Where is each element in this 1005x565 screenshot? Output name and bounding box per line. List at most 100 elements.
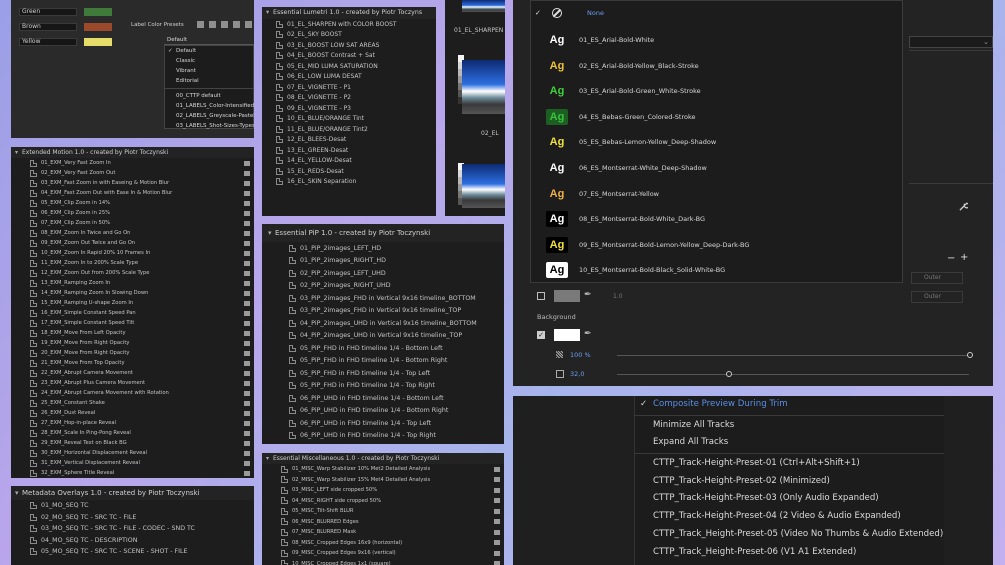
list-item[interactable]: 29_EXM_Reveal Text on Black BG <box>11 438 254 448</box>
lock-icon[interactable] <box>244 280 250 286</box>
list-item[interactable]: 02_MISC_Warp Stabilizer 15% Met4 Detaile… <box>262 475 504 486</box>
list-item[interactable]: 26_EXM_Dust Reveal <box>11 408 254 418</box>
list-item[interactable]: 03_MO_SEQ TC - SRC TC - FILE - CODEC - S… <box>11 523 254 535</box>
list-item[interactable]: 10_MISC_Cropped Edges 1x1 (square) <box>262 559 504 565</box>
list-item[interactable]: 31_EXM_Vertical Displacement Reveal <box>11 458 254 468</box>
lock-icon[interactable] <box>244 430 250 436</box>
thumbnail-3[interactable] <box>462 164 505 208</box>
lock-icon[interactable] <box>494 487 500 493</box>
lock-icon[interactable] <box>244 190 250 196</box>
list-item[interactable]: 01_PiP_2images_LEFT_HD <box>262 242 504 255</box>
panel-title[interactable]: ▾ Extended Motion 1.0 - created by Piotr … <box>11 147 254 158</box>
label-name-field[interactable]: Green <box>19 8 77 16</box>
menu-item[interactable]: Minimize All Tracks <box>635 417 944 435</box>
size-value[interactable]: 32,0 <box>570 370 584 378</box>
undo-icon[interactable] <box>197 21 204 28</box>
list-item[interactable]: 05_MISC_Tilt-Shift BLUR <box>262 506 504 517</box>
list-item[interactable]: 04_MO_SEQ TC - DESCRIPTION <box>11 535 254 547</box>
lock-icon[interactable] <box>244 160 250 166</box>
size-slider-handle[interactable] <box>726 371 732 377</box>
list-item[interactable]: 08_EL_VIGNETTE - P2 <box>262 93 436 104</box>
lock-icon[interactable] <box>244 390 250 396</box>
thumbnail-2[interactable] <box>462 60 505 114</box>
list-item[interactable]: 01_EL_SHARPEN with COLOR BOOST <box>262 19 436 30</box>
list-item[interactable]: 03_EL_BOOST LOW SAT AREAS <box>262 40 436 51</box>
lock-icon[interactable] <box>244 200 250 206</box>
list-item[interactable]: 17_EXM_Simple Constant Speed Tilt <box>11 318 254 328</box>
opacity-slider-handle[interactable] <box>967 352 973 358</box>
background-checkbox[interactable]: ✓ <box>537 331 545 339</box>
preset-menu-item[interactable]: Editorial <box>165 76 253 86</box>
caption-style-item[interactable]: Ag 06_ES_Montserrat-White_Deep-Shadow <box>531 156 902 180</box>
lock-icon[interactable] <box>494 466 500 472</box>
lock-icon[interactable] <box>244 350 250 356</box>
lock-icon[interactable] <box>494 519 500 525</box>
stroke-checkbox[interactable] <box>537 292 545 300</box>
stroke-color-swatch[interactable] <box>554 290 580 302</box>
list-item[interactable]: 10_EXM_Zoom In Rapid 20% 10 Frames In <box>11 248 254 258</box>
list-item[interactable]: 01_MISC_Warp Stabilizer 10% Met2 Detaile… <box>262 464 504 475</box>
menu-item[interactable]: CTTP_Track-Height-Preset-02 (Minimized) <box>635 473 944 491</box>
label-name-field[interactable]: Brown <box>19 23 77 31</box>
stroke-position-2[interactable]: Outer <box>911 291 963 303</box>
list-item[interactable]: 05_MO_SEQ TC - SRC TC - SCENE - SHOT - F… <box>11 546 254 558</box>
list-item[interactable]: 02_EL_SKY BOOST <box>262 30 436 41</box>
list-item[interactable]: 04_EL_BOOST Contrast + Sat <box>262 51 436 62</box>
list-item[interactable]: 21_EXM_Move From Top Opacity <box>11 358 254 368</box>
list-item[interactable]: 07_EL_VIGNETTE - P1 <box>262 82 436 93</box>
minus-icon[interactable]: − <box>947 253 955 264</box>
lock-icon[interactable] <box>494 477 500 483</box>
list-item[interactable]: 27_EXM_Hop-in-place Reveal <box>11 418 254 428</box>
list-item[interactable]: 16_EL_SKIN Separation <box>262 177 436 188</box>
menu-item-composite-preview[interactable]: Composite Preview During Trim <box>635 396 944 414</box>
list-item[interactable]: 16_EXM_Simple Constant Speed Pan <box>11 308 254 318</box>
lock-icon[interactable] <box>244 340 250 346</box>
wrench-icon[interactable] <box>959 196 970 211</box>
list-item[interactable]: 05_EL_MID LUMA SATURATION <box>262 61 436 72</box>
label-color-swatch[interactable] <box>84 23 112 31</box>
label-color-swatch[interactable] <box>84 8 112 16</box>
list-item[interactable]: 03_PiP_2images_FHD in Vertical 9x16 time… <box>262 292 504 305</box>
menu-item[interactable]: CTTP_Track_Height-Preset-05 (Video No Th… <box>635 526 944 544</box>
lock-icon[interactable] <box>494 508 500 514</box>
caption-style-item[interactable]: Ag 09_ES_Montserrat-Bold-Lemon-Yellow_Dee… <box>531 233 902 257</box>
menu-item[interactable]: CTTP_Track_Height-Preset-06 (V1 A1 Exten… <box>635 544 944 562</box>
list-item[interactable]: 09_EL_VIGNETTE - P3 <box>262 103 436 114</box>
list-item[interactable]: 08_MISC_Cropped Edges 16x9 (horizontal) <box>262 538 504 549</box>
list-item[interactable]: 13_EL_GREEN-Desat <box>262 145 436 156</box>
list-item[interactable]: 01_PiP_2images_RIGHT_HD <box>262 255 504 268</box>
lock-icon[interactable] <box>244 250 250 256</box>
preset-menu-item[interactable]: Default <box>165 46 253 56</box>
list-item[interactable]: 09_MISC_Cropped Edges 9x16 (vertical) <box>262 548 504 559</box>
list-item[interactable]: 22_EXM_Abrupt Camera Movement <box>11 368 254 378</box>
preset-dropdown[interactable]: Default <box>164 36 254 45</box>
lock-icon[interactable] <box>244 300 250 306</box>
list-item[interactable]: 05_PiP_FHD in FHD timeline 1/4 - Top Rig… <box>262 380 504 393</box>
caption-style-item[interactable]: Ag 07_ES_Montserrat-Yellow <box>531 182 902 206</box>
menu-item[interactable]: CTTP_Track-Height-Preset-01 (Ctrl+Alt+Sh… <box>635 455 944 473</box>
preset-menu-item[interactable]: 02_LABELS_Greyscale-Pastel <box>165 111 254 121</box>
list-item[interactable]: 03_MISC_LEFT side cropped 50% <box>262 485 504 496</box>
list-item[interactable]: 12_EL_BLEES-Desat <box>262 135 436 146</box>
lock-icon[interactable] <box>244 470 250 476</box>
lock-icon[interactable] <box>244 450 250 456</box>
lock-icon[interactable] <box>244 460 250 466</box>
lock-icon[interactable] <box>244 240 250 246</box>
list-item[interactable]: 30_EXM_Horizontal Displacement Reveal <box>11 448 254 458</box>
list-item[interactable]: 02_PiP_2images_LEFT_UHD <box>262 267 504 280</box>
lock-icon[interactable] <box>244 170 250 176</box>
list-item[interactable]: 01_MO_SEQ TC <box>11 500 254 512</box>
panel-title[interactable]: ▾ Essential PiP 1.0 - created by Piotr To… <box>262 224 504 242</box>
list-item[interactable]: 15_EXM_Ramping U-shape Zoom In <box>11 298 254 308</box>
stroke-width-value[interactable]: 1.0 <box>613 293 623 300</box>
lock-icon[interactable] <box>244 260 250 266</box>
lock-icon[interactable] <box>244 410 250 416</box>
preset-menu-item[interactable]: 00_CTTP default <box>165 91 253 101</box>
list-item[interactable]: 14_EL_YELLOW-Desat <box>262 156 436 167</box>
plus-icon[interactable]: + <box>960 252 968 263</box>
lock-icon[interactable] <box>244 420 250 426</box>
lock-icon[interactable] <box>244 360 250 366</box>
list-item[interactable]: 25_EXM_Constant Shake <box>11 398 254 408</box>
list-item[interactable]: 06_PiP_UHD in FHD timeline 1/4 - Bottom … <box>262 392 504 405</box>
list-item[interactable]: 07_EXM_Clip Zoom in 50% <box>11 218 254 228</box>
